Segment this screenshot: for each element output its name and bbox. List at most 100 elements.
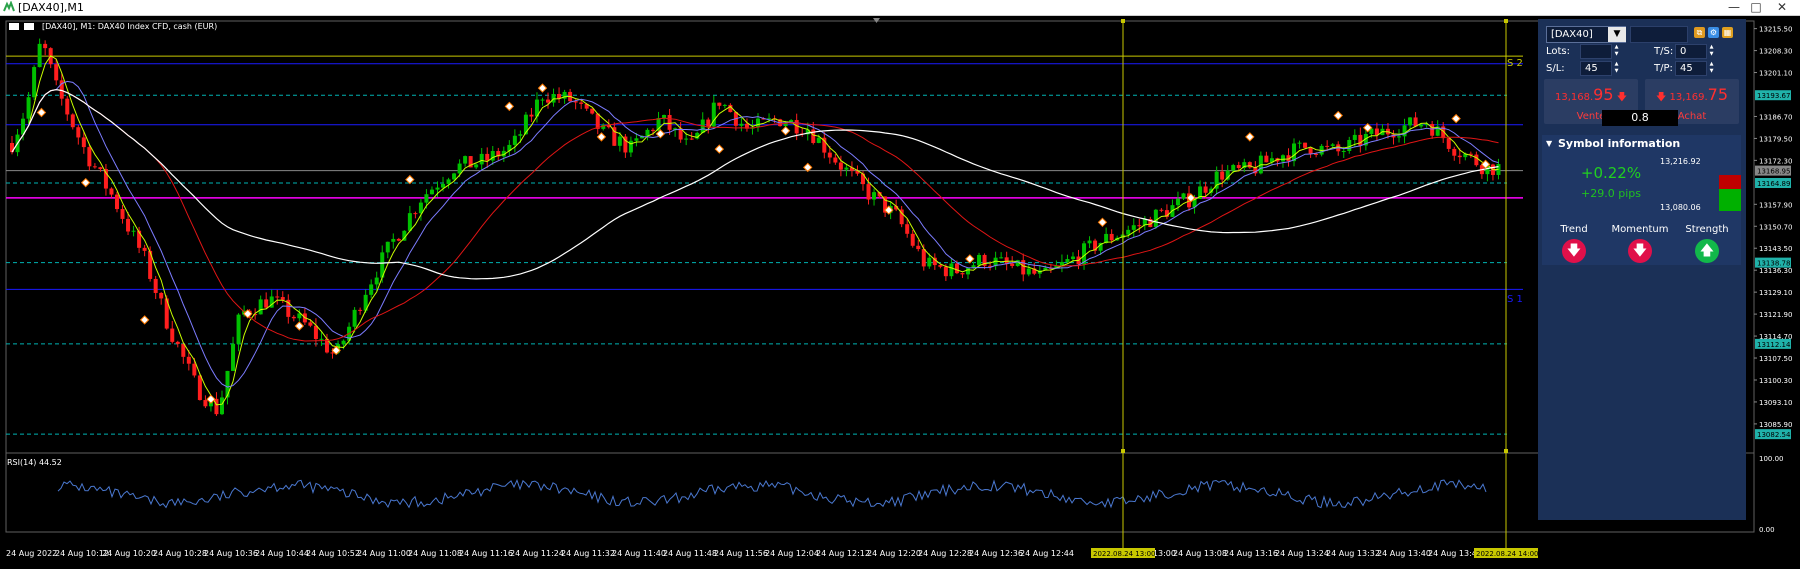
symbol-value: [DAX40] (1551, 29, 1593, 40)
candle-body (1397, 136, 1402, 138)
candle-body (921, 249, 926, 267)
buy-price: 🡇 13,169.75 (1656, 85, 1728, 104)
candle-body (756, 118, 760, 128)
time-axis-label: 24 Aug 13:48 (1428, 549, 1482, 558)
candle-body (264, 299, 269, 308)
symbol-select[interactable]: [DAX40] ▼ (1546, 26, 1626, 43)
strength-label: Strength (1685, 224, 1729, 235)
lots-spinner[interactable]: ▲ ▼ (1613, 44, 1620, 59)
close-button[interactable]: ✕ (1768, 0, 1796, 15)
candle-body (844, 167, 849, 170)
candle-body (391, 238, 396, 242)
candle-body (258, 299, 263, 315)
candle-body (308, 322, 313, 326)
time-axis-label: 24 Aug 13:16 (1224, 549, 1278, 558)
candle-body (689, 138, 694, 140)
candle-body (827, 152, 832, 158)
momentum-down-arrow-icon: 🡇 (1628, 239, 1652, 263)
candle-body (551, 94, 556, 103)
grid-icon[interactable]: ▦ (1722, 27, 1733, 38)
candle-body (645, 129, 650, 136)
time-axis-label: 24 Aug 12:44 (1020, 549, 1074, 558)
window-titlebar: [DAX40],M1 — □ ✕ (0, 0, 1800, 16)
candle-body (1408, 117, 1413, 126)
time-axis-label: 24 Aug 12:12 (816, 549, 870, 558)
price-chart[interactable]: 13215.50 13208.30 13201.10 13193.67 13186.70… (0, 16, 1800, 565)
chart-canvas[interactable]: 13215.50 13208.30 13201.10 13193.67 13186.70… (0, 16, 1800, 565)
s2-level-label: S 2 (1507, 58, 1523, 69)
candle-body (1175, 198, 1180, 206)
candle-body (65, 98, 70, 115)
sl-input[interactable]: 45 (1580, 61, 1612, 76)
candle-body (313, 325, 318, 339)
maximize-button[interactable]: □ (1742, 0, 1770, 15)
time-axis-label: 24 Aug 13:32 (1326, 549, 1380, 558)
candle-body (192, 363, 197, 376)
candle-body (76, 127, 81, 138)
candle-body (529, 114, 534, 117)
candle-body (236, 314, 241, 344)
symbol-info-header[interactable]: ▼ Symbol information (1542, 135, 1741, 153)
ts-input[interactable]: 0 (1675, 44, 1707, 59)
candle-body (1308, 147, 1313, 154)
candle-body (214, 398, 219, 415)
lots-input[interactable] (1580, 44, 1612, 59)
price-axis-label: 13215.50 (1759, 26, 1792, 34)
candle-body (739, 123, 744, 126)
price-axis-label: 13143.50 (1759, 245, 1792, 253)
candle-body (407, 213, 412, 231)
candle-body (595, 113, 600, 129)
candle-body (457, 163, 462, 174)
candle-body (231, 343, 236, 371)
candle-body (374, 277, 379, 285)
rsi-label: RSI(14) 44.52 (7, 458, 62, 467)
candle-body (153, 278, 158, 293)
candle-body (1297, 142, 1302, 144)
candle-body (142, 247, 147, 251)
time-axis-label: 24 Aug 11:32 (561, 549, 615, 558)
range-bar-upper (1719, 175, 1741, 189)
tp-input[interactable]: 45 (1675, 61, 1707, 76)
sl-spinner[interactable]: ▲ ▼ (1613, 61, 1620, 76)
candle-body (1065, 259, 1070, 262)
price-axis-label: 13136.30 (1759, 267, 1792, 275)
candle-body (1292, 143, 1297, 162)
price-tag-label: 13168.95 (1757, 168, 1790, 176)
candle-body (474, 164, 479, 168)
time-axis-label: 24 Aug 12:04 (765, 549, 819, 558)
s1-level-label: S 1 (1507, 294, 1523, 305)
price-axis-label: 13186.70 (1759, 113, 1792, 121)
day-high: 13,216.92 (1660, 157, 1701, 166)
ts-spinner[interactable]: ▲ ▼ (1708, 44, 1715, 59)
candle-body (905, 224, 910, 234)
candle-body (1457, 155, 1462, 158)
candle-body (943, 266, 948, 277)
tp-spinner[interactable]: ▲ ▼ (1708, 61, 1715, 76)
price-axis-label: 13172.30 (1759, 157, 1792, 165)
candle-body (1330, 144, 1335, 146)
chevron-down-icon[interactable]: ▼ (1608, 27, 1626, 42)
lots-label: Lots: (1546, 46, 1571, 57)
time-axis-label: 24 Aug 10:28 (153, 549, 207, 558)
candle-body (684, 138, 689, 140)
sl-label: S/L: (1546, 63, 1565, 74)
candle-body (413, 213, 418, 215)
candle-body (833, 157, 838, 163)
candle-body (722, 104, 727, 106)
candle-body (1010, 263, 1015, 267)
candle-body (81, 137, 86, 148)
candle-body (203, 400, 208, 407)
candle-body (159, 292, 164, 299)
symbol-info-body: +0.22% +29.0 pips 13,216.92 13,080.06 Tr… (1542, 153, 1741, 265)
window-title: [DAX40],M1 (18, 1, 84, 14)
candle-body (1280, 155, 1285, 162)
time-axis-label: 24 Aug 11:24 (510, 549, 564, 558)
candle-body (441, 183, 446, 188)
trend-down-arrow-icon: 🡇 (1562, 239, 1586, 263)
copy-icon[interactable]: ⧉ (1694, 27, 1705, 38)
symbol-extra-field[interactable] (1630, 26, 1688, 43)
gear-icon[interactable]: ⚙ (1708, 27, 1719, 38)
candle-body (131, 230, 136, 232)
candle-body (446, 179, 451, 184)
candle-body (225, 370, 230, 398)
